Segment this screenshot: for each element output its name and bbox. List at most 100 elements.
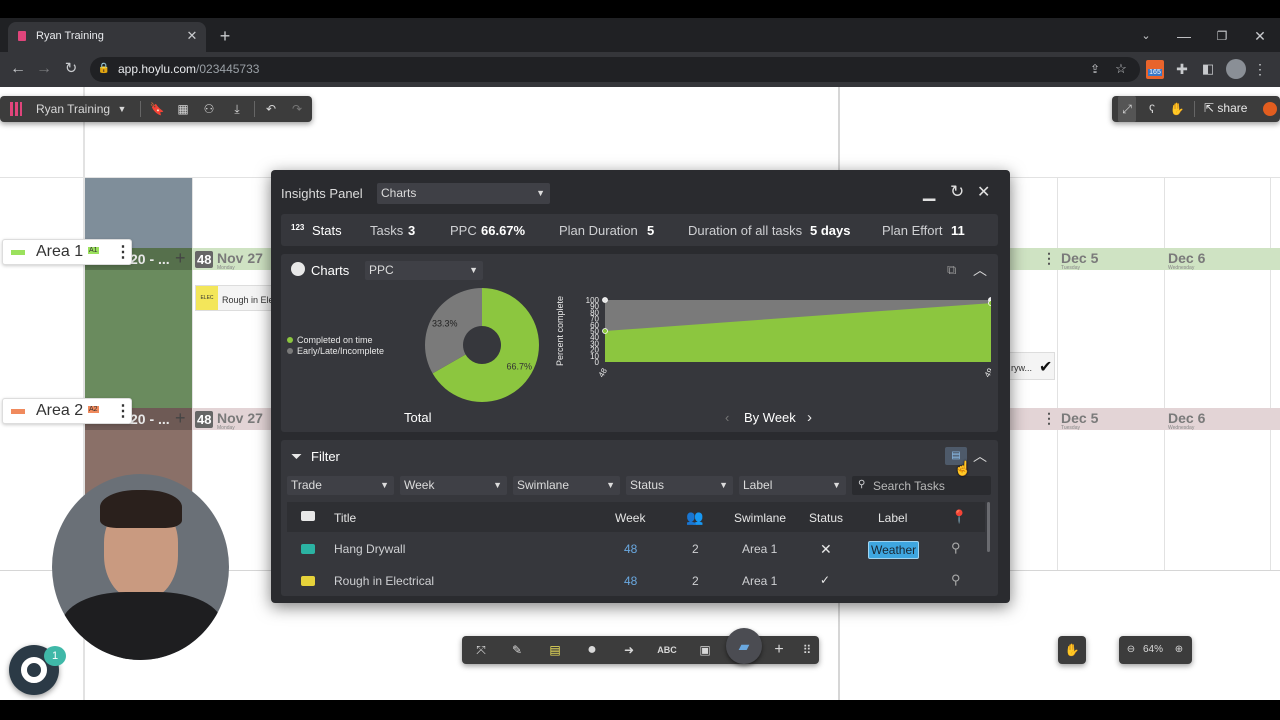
grid-view-icon[interactable]: ▦ [174, 96, 192, 122]
extensions-puzzle-icon[interactable]: ✚ [1172, 59, 1192, 79]
crew-people-icon[interactable]: 👥 [686, 509, 703, 526]
col-title[interactable]: Title [334, 511, 356, 525]
new-tab-icon[interactable]: + [215, 26, 235, 46]
plan-duration-value: 5 [647, 223, 655, 238]
more-tools-icon[interactable]: ⠿ [798, 637, 816, 663]
swimlane-area-1[interactable]: Area 1 A1 ⋮ [2, 239, 132, 265]
table-scrollbar[interactable] [987, 502, 990, 552]
redo-icon[interactable]: ↷ [288, 96, 306, 122]
search-tasks-input[interactable]: ⚲ Search Tasks [852, 476, 991, 495]
col-label[interactable]: Label [878, 511, 907, 525]
download-icon[interactable]: ⤓ [228, 96, 246, 122]
tasks-value: 3 [408, 223, 416, 238]
area-name: Area 1 [36, 243, 84, 260]
task-card[interactable]: ryw... ✔ [1008, 352, 1055, 380]
chevron-down-icon: ▼ [536, 188, 545, 198]
copy-chart-icon[interactable]: ⧉ [947, 262, 956, 278]
pen-tool-icon[interactable]: ✎ [506, 637, 528, 663]
column-menu-icon[interactable]: ⋮ [1042, 410, 1056, 427]
add-tool-icon[interactable]: + [768, 637, 790, 663]
col-week[interactable]: Week [615, 511, 645, 525]
grid-line [1270, 178, 1271, 570]
location-pin-icon[interactable]: ⚲ [951, 540, 961, 556]
collapse-filter-icon[interactable]: ︿ [973, 446, 987, 466]
filter-week[interactable]: Week ▼ [400, 476, 507, 495]
location-pin-icon[interactable]: ⚲ [951, 572, 961, 588]
day-weekday: Tuesday [1061, 425, 1080, 431]
metric-select[interactable]: PPC ▼ [365, 261, 483, 280]
filter-swimlane[interactable]: Swimlane ▼ [513, 476, 620, 495]
location-pin-icon: 📍 [951, 509, 968, 524]
close-tab-icon[interactable]: ✕ [184, 26, 200, 46]
filter-label-select[interactable]: Label ▼ [739, 476, 846, 495]
refresh-icon[interactable]: ↻ [950, 182, 964, 202]
week-range-label: 20 - ... [130, 251, 170, 267]
sticky-note-tool-icon[interactable]: ▤ [544, 637, 566, 663]
select-tool-icon[interactable]: ⤧ [470, 637, 492, 663]
add-column-icon[interactable]: + [175, 408, 186, 429]
bookmark-icon[interactable]: 🔖 [148, 96, 166, 122]
filter-label: Filter [311, 449, 340, 464]
column-menu-icon[interactable]: ⋮ [1042, 250, 1056, 267]
restore-icon[interactable]: ❐ [1212, 26, 1232, 46]
minimize-panel-icon[interactable]: ▁ [923, 182, 935, 202]
side-panel-icon[interactable]: ◧ [1198, 59, 1218, 79]
people-icon[interactable]: ⚇ [200, 96, 218, 122]
browser-menu-icon[interactable]: ⋮ [1252, 59, 1268, 79]
close-panel-icon[interactable]: ✕ [977, 182, 990, 202]
browser-tab[interactable]: Ryan Training ✕ [8, 22, 206, 52]
profile-avatar[interactable] [1226, 59, 1246, 79]
text-tool-icon[interactable]: ABC [654, 637, 680, 663]
next-week-icon[interactable]: › [807, 409, 812, 426]
col-swimlane[interactable]: Swimlane [734, 511, 786, 525]
zoom-out-icon[interactable]: ⊖ [1123, 637, 1139, 663]
filter-status[interactable]: Status ▼ [626, 476, 733, 495]
add-column-icon[interactable]: + [175, 248, 186, 269]
user-avatar[interactable] [1263, 102, 1277, 116]
workspace-name[interactable]: Ryan Training [36, 102, 110, 116]
hand-pan-icon[interactable]: ✋ [1058, 637, 1086, 663]
zoom-in-icon[interactable]: ⊕ [1171, 637, 1187, 663]
share-button[interactable]: ⇱ share [1204, 101, 1247, 115]
col-status[interactable]: Status [809, 511, 843, 525]
area-menu-icon[interactable]: ⋮ [115, 401, 131, 421]
back-icon[interactable]: ← [8, 59, 28, 79]
swimlane-area-2[interactable]: Area 2 A2 ⋮ [2, 398, 132, 424]
table-row[interactable]: Hang Drywall 48 2 Area 1 ✕ Weather ⚲ [287, 534, 985, 564]
share-page-icon[interactable]: ⇪ [1086, 59, 1104, 79]
filter-trade[interactable]: Trade ▼ [287, 476, 394, 495]
forward-icon[interactable]: → [34, 59, 54, 79]
insights-tool-button[interactable]: ▰ [726, 628, 762, 664]
minimize-icon[interactable]: — [1174, 26, 1194, 46]
pointer-icon[interactable]: ⤢ [1118, 96, 1136, 122]
undo-icon[interactable]: ↶ [262, 96, 280, 122]
arrow-tool-icon[interactable]: ➜ [618, 637, 640, 663]
tab-search-chevron-icon[interactable]: ⌄ [1136, 26, 1156, 46]
close-window-icon[interactable]: ✕ [1250, 26, 1270, 46]
task-label-badge[interactable]: Weather [868, 541, 920, 559]
collapse-charts-icon[interactable]: ︿ [973, 260, 987, 280]
plan-effort-value: 11 [951, 223, 965, 238]
extension-calendar-icon[interactable]: 165 [1146, 60, 1164, 79]
bear-icon[interactable]: ʕ [1143, 96, 1161, 122]
stats-label: Stats [312, 223, 342, 238]
shape-tool-icon[interactable]: ● [581, 637, 603, 663]
url-text: app.hoylu.com/023445733 [118, 62, 259, 76]
prev-week-icon[interactable]: ‹ [725, 410, 729, 425]
bookmark-star-icon[interactable]: ☆ [1112, 59, 1130, 79]
task-card[interactable]: ELEC Rough in Ele [195, 285, 275, 311]
week-number-badge: 48 [195, 411, 214, 428]
duration-all-label: Duration of all tasks [688, 223, 803, 238]
stats-numbers-icon: 123 [291, 223, 305, 232]
image-tool-icon[interactable]: ▣ [694, 637, 716, 663]
ppc-label: PPC [450, 223, 477, 238]
hand-wave-icon[interactable]: ✋ [1168, 96, 1186, 122]
workspace-menu-chevron-icon[interactable]: ▼ [114, 96, 130, 122]
address-bar[interactable]: 🔒 app.hoylu.com/023445733 ⇪ ☆ [90, 57, 1140, 82]
trade-color-icon [301, 544, 315, 554]
area-menu-icon[interactable]: ⋮ [115, 242, 131, 262]
table-row[interactable]: Rough in Electrical 48 2 Area 1 ✓ ⚲ [287, 566, 985, 596]
reload-icon[interactable]: ↻ [61, 59, 81, 79]
trade-color-icon [301, 576, 315, 586]
view-select[interactable]: Charts ▼ [377, 183, 550, 204]
